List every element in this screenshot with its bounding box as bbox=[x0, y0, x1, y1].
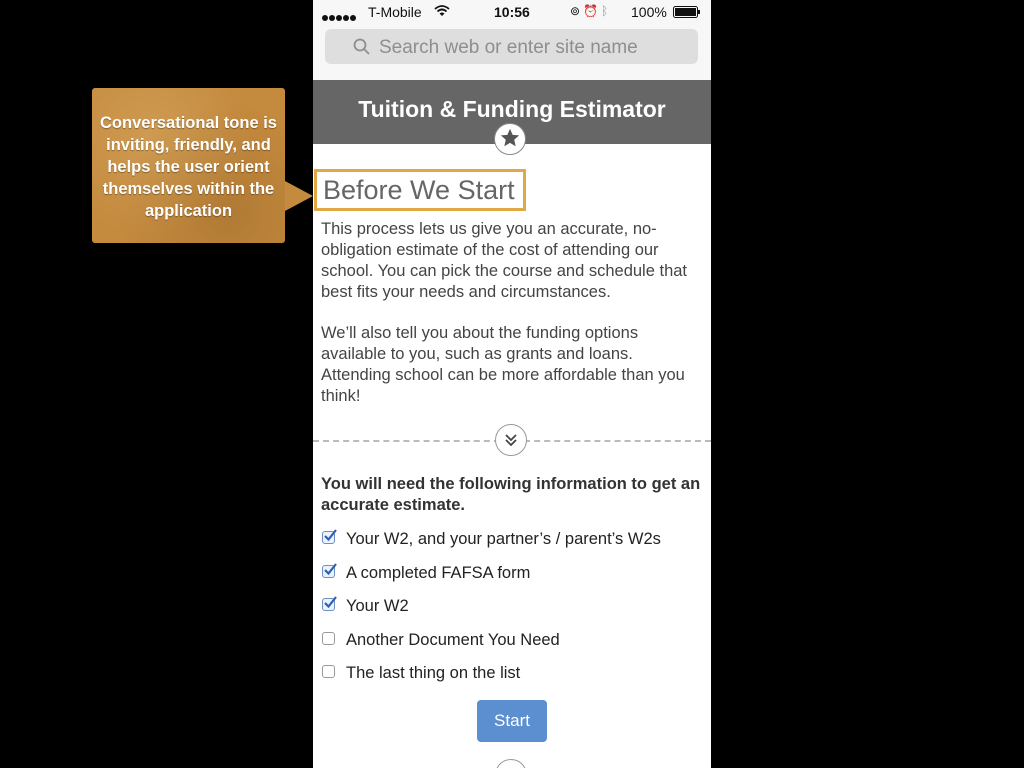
signal-dots-icon bbox=[322, 8, 357, 24]
annotation-callout: Conversational tone is inviting, friendl… bbox=[92, 88, 285, 243]
battery-icon bbox=[673, 6, 700, 18]
section-title: Before We Start bbox=[323, 175, 515, 205]
phone-screen: T-Mobile 10:56 ⊚⏰ᛒ 100% Search web or en… bbox=[313, 0, 711, 768]
browser-toolbar: Search web or enter site name bbox=[313, 24, 711, 80]
checkbox-checked[interactable] bbox=[322, 562, 337, 578]
checklist-label: Your W2 bbox=[346, 597, 409, 615]
status-bar: T-Mobile 10:56 ⊚⏰ᛒ 100% bbox=[313, 0, 711, 24]
page-title: Tuition & Funding Estimator bbox=[358, 96, 666, 122]
bluetooth-icon: ᛒ bbox=[601, 4, 612, 18]
rotation-lock-icon: ⊚ bbox=[570, 4, 584, 18]
checkmark-icon bbox=[324, 562, 337, 575]
address-bar[interactable]: Search web or enter site name bbox=[325, 29, 698, 64]
checkbox-checked[interactable] bbox=[322, 529, 337, 544]
checkbox-checked[interactable] bbox=[322, 596, 337, 611]
checklist-label: A completed FAFSA form bbox=[346, 563, 531, 582]
checklist-item[interactable]: Another Document You Need bbox=[321, 630, 706, 664]
requirements-checklist: Your W2, and your partner’s / parent’s W… bbox=[321, 529, 706, 697]
clock: 10:56 bbox=[494, 4, 530, 20]
checklist-item[interactable]: The last thing on the list bbox=[321, 663, 706, 697]
checkbox-unchecked[interactable] bbox=[322, 665, 335, 678]
callout-pointer bbox=[285, 181, 313, 211]
funding-paragraph: We’ll also tell you about the funding op… bbox=[321, 324, 685, 405]
battery-percent: 100% bbox=[631, 4, 667, 20]
address-placeholder: Search web or enter site name bbox=[379, 37, 638, 58]
checkmark-icon bbox=[324, 596, 337, 609]
double-chevron-down-icon[interactable] bbox=[495, 424, 527, 456]
next-section-icon[interactable] bbox=[495, 759, 527, 768]
checklist-label: The last thing on the list bbox=[346, 664, 521, 682]
checklist-item[interactable]: Your W2, and your partner’s / parent’s W… bbox=[321, 529, 706, 563]
start-button[interactable]: Start bbox=[477, 700, 547, 742]
wifi-icon bbox=[434, 5, 450, 16]
checklist-item[interactable]: A completed FAFSA form bbox=[321, 562, 706, 597]
star-icon bbox=[494, 123, 526, 155]
requirements-heading: You will need the following information … bbox=[321, 475, 701, 514]
search-icon bbox=[353, 38, 370, 55]
checklist-label: Another Document You Need bbox=[346, 630, 560, 649]
checkmark-icon bbox=[324, 529, 337, 542]
section-title-highlight: Before We Start bbox=[314, 169, 526, 211]
checkbox-unchecked[interactable] bbox=[322, 631, 335, 645]
checklist-item[interactable]: Your W2 bbox=[321, 596, 706, 630]
alarm-icon: ⏰ bbox=[583, 4, 602, 18]
slide: Conversational tone is inviting, friendl… bbox=[0, 0, 1024, 768]
intro-paragraph: This process lets us give you an accurat… bbox=[321, 220, 688, 301]
callout-text: Conversational tone is inviting, friendl… bbox=[100, 114, 277, 220]
carrier-name: T-Mobile bbox=[368, 4, 422, 20]
checklist-label: Your W2, and your partner’s / parent’s W… bbox=[346, 530, 661, 548]
